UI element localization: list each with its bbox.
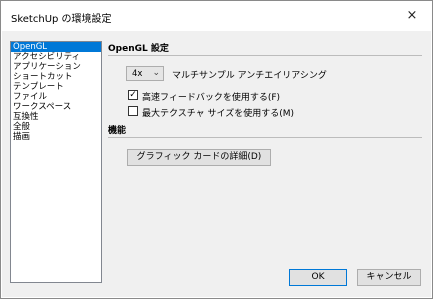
multisample-label: マルチサンプル アンチエイリアシング bbox=[172, 71, 327, 81]
chevron-down-icon: ⌄ bbox=[152, 68, 160, 78]
sidebar-item-drawing[interactable]: 描画 bbox=[11, 132, 101, 142]
max-texture-label[interactable]: 最大テクスチャ サイズを使用する(M) bbox=[142, 106, 294, 119]
fast-feedback-label[interactable]: 高速フィードバックを使用する(F) bbox=[142, 90, 280, 103]
multisample-value: 4x bbox=[132, 69, 143, 79]
title-bar: SketchUp の環境設定 × bbox=[1, 1, 432, 31]
capabilities-section-title: 機能 bbox=[108, 126, 127, 136]
capabilities-section-divider bbox=[108, 137, 422, 138]
fast-feedback-checkbox[interactable]: ✓ bbox=[128, 90, 138, 100]
ok-button[interactable]: OK bbox=[289, 269, 347, 286]
sidebar-item-general[interactable]: 全般 bbox=[11, 122, 101, 132]
sidebar-item-opengl[interactable]: OpenGL bbox=[11, 42, 101, 52]
cancel-button[interactable]: キャンセル bbox=[357, 269, 421, 286]
sidebar-item-files[interactable]: ファイル bbox=[11, 92, 101, 102]
preferences-sidebar: OpenGL アクセシビリティ アプリケーション ショートカット テンプレート … bbox=[10, 41, 102, 283]
preferences-dialog: SketchUp の環境設定 × OpenGL アクセシビリティ アプリケーショ… bbox=[0, 0, 433, 299]
dialog-body: OpenGL アクセシビリティ アプリケーション ショートカット テンプレート … bbox=[2, 31, 431, 297]
opengl-section-divider bbox=[108, 55, 422, 56]
sidebar-item-template[interactable]: テンプレート bbox=[11, 82, 101, 92]
opengl-section-title: OpenGL 設定 bbox=[108, 44, 169, 54]
sidebar-item-shortcuts[interactable]: ショートカット bbox=[11, 72, 101, 82]
sidebar-item-compatibility[interactable]: 互換性 bbox=[11, 112, 101, 122]
max-texture-checkbox[interactable] bbox=[128, 106, 138, 116]
graphics-card-details-button[interactable]: グラフィック カードの詳細(D) bbox=[127, 149, 271, 166]
window-title: SketchUp の環境設定 bbox=[11, 14, 112, 25]
sidebar-item-workspace[interactable]: ワークスペース bbox=[11, 102, 101, 112]
sidebar-item-applications[interactable]: アプリケーション bbox=[11, 62, 101, 72]
sidebar-item-accessibility[interactable]: アクセシビリティ bbox=[11, 52, 101, 62]
close-icon[interactable]: × bbox=[392, 1, 432, 31]
multisample-select[interactable]: 4x ⌄ bbox=[126, 66, 164, 81]
